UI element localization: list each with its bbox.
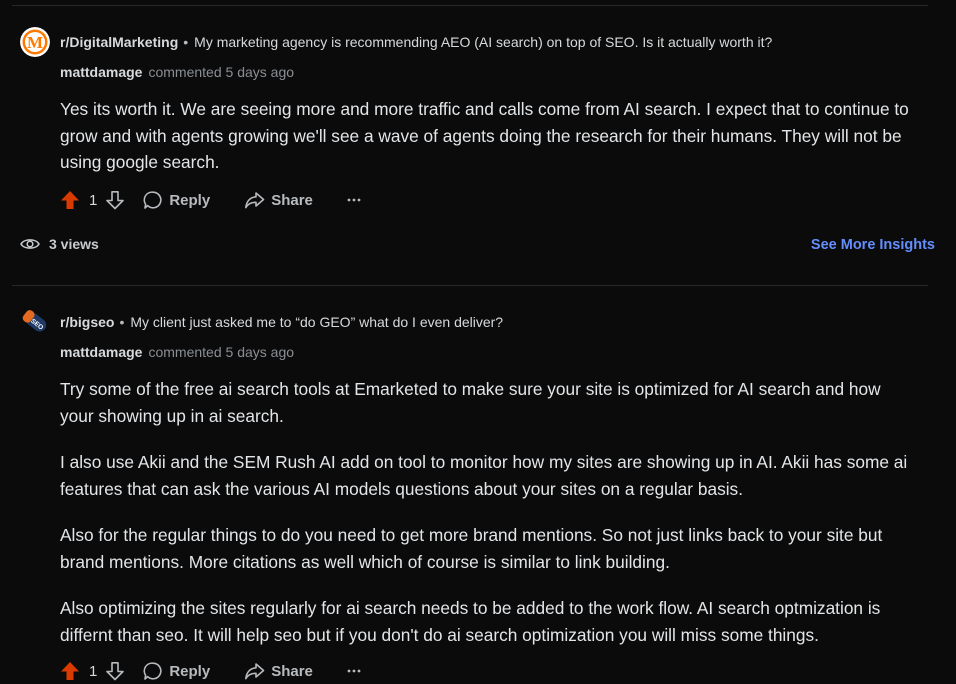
comment-paragraph: Also for the regular things to do you ne…: [60, 525, 883, 572]
comment-card-2[interactable]: SEO r/bigseo • My client just asked me to …: [0, 286, 956, 684]
comment-bubble-icon: [143, 191, 162, 209]
comment-header: r/bigseo • My client just asked me to “do …: [60, 314, 503, 330]
subreddit-link[interactable]: r/DigitalMarketing: [60, 34, 178, 50]
comment-actions: 1 Reply Share: [60, 659, 361, 683]
separator-dot: •: [183, 34, 189, 50]
share-arrow-icon: [245, 192, 265, 209]
reply-button[interactable]: Reply: [143, 661, 210, 681]
downvote-button[interactable]: [105, 190, 125, 210]
separator-dot: •: [119, 314, 125, 330]
subreddit-avatar-bigseo[interactable]: SEO: [20, 307, 50, 337]
post-title-link[interactable]: My marketing agency is recommending AEO …: [194, 34, 772, 50]
comment-bubble-icon: [143, 662, 162, 680]
comment-paragraph: Also optimizing the sites regularly for …: [60, 598, 881, 645]
eye-icon: [20, 239, 40, 249]
downvote-icon: [106, 191, 125, 210]
downvote-button[interactable]: [105, 661, 125, 681]
share-arrow-icon: [245, 663, 265, 680]
comment-actions: 1 Reply Share: [60, 188, 361, 212]
vote-count: 1: [89, 662, 98, 680]
comment-paragraph: Yes its worth it. We are seeing more and…: [60, 99, 909, 172]
reply-label: Reply: [169, 662, 211, 680]
author-link[interactable]: mattdamage: [60, 64, 142, 80]
views-indicator: 3 views: [20, 236, 99, 252]
svg-text:M: M: [27, 33, 43, 52]
comment-byline: mattdamage commented 5 days ago: [60, 64, 294, 80]
comment-body: Try some of the free ai search tools at …: [60, 376, 910, 668]
upvote-filled-icon: [61, 191, 79, 209]
commented-label: commented: [148, 64, 222, 80]
upvote-button[interactable]: [60, 661, 80, 681]
comment-paragraph: I also use Akii and the SEM Rush AI add …: [60, 452, 908, 499]
share-button[interactable]: Share: [244, 190, 313, 210]
comment-paragraph: Try some of the free ai search tools at …: [60, 379, 881, 426]
author-link[interactable]: mattdamage: [60, 344, 142, 360]
subreddit-avatar-digitalmarketing[interactable]: M: [20, 27, 50, 57]
vote-count: 1: [89, 191, 98, 209]
more-horizontal-icon: [347, 669, 361, 673]
upvote-filled-icon: [61, 662, 79, 680]
see-more-insights-link[interactable]: See More Insights: [811, 237, 935, 253]
comment-timestamp[interactable]: 5 days ago: [226, 64, 295, 80]
more-options-button[interactable]: [347, 197, 361, 203]
reply-label: Reply: [169, 191, 211, 209]
post-title-link[interactable]: My client just asked me to “do GEO” what…: [130, 314, 503, 330]
reply-button[interactable]: Reply: [143, 190, 210, 210]
commented-label: commented: [148, 344, 222, 360]
comment-card-1[interactable]: M r/DigitalMarketing • My marketing agency…: [0, 0, 956, 270]
share-button[interactable]: Share: [244, 661, 313, 681]
upvote-button[interactable]: [60, 190, 80, 210]
comment-timestamp[interactable]: 5 days ago: [226, 344, 295, 360]
more-options-button[interactable]: [347, 668, 361, 674]
share-label: Share: [271, 662, 313, 680]
subreddit-link[interactable]: r/bigseo: [60, 314, 114, 330]
comment-body: Yes its worth it. We are seeing more and…: [60, 96, 910, 196]
comment-byline: mattdamage commented 5 days ago: [60, 344, 294, 360]
share-label: Share: [271, 191, 313, 209]
downvote-icon: [106, 662, 125, 681]
more-horizontal-icon: [347, 198, 361, 202]
views-count: 3 views: [49, 236, 99, 252]
comment-header: r/DigitalMarketing • My marketing agency i…: [60, 34, 772, 50]
